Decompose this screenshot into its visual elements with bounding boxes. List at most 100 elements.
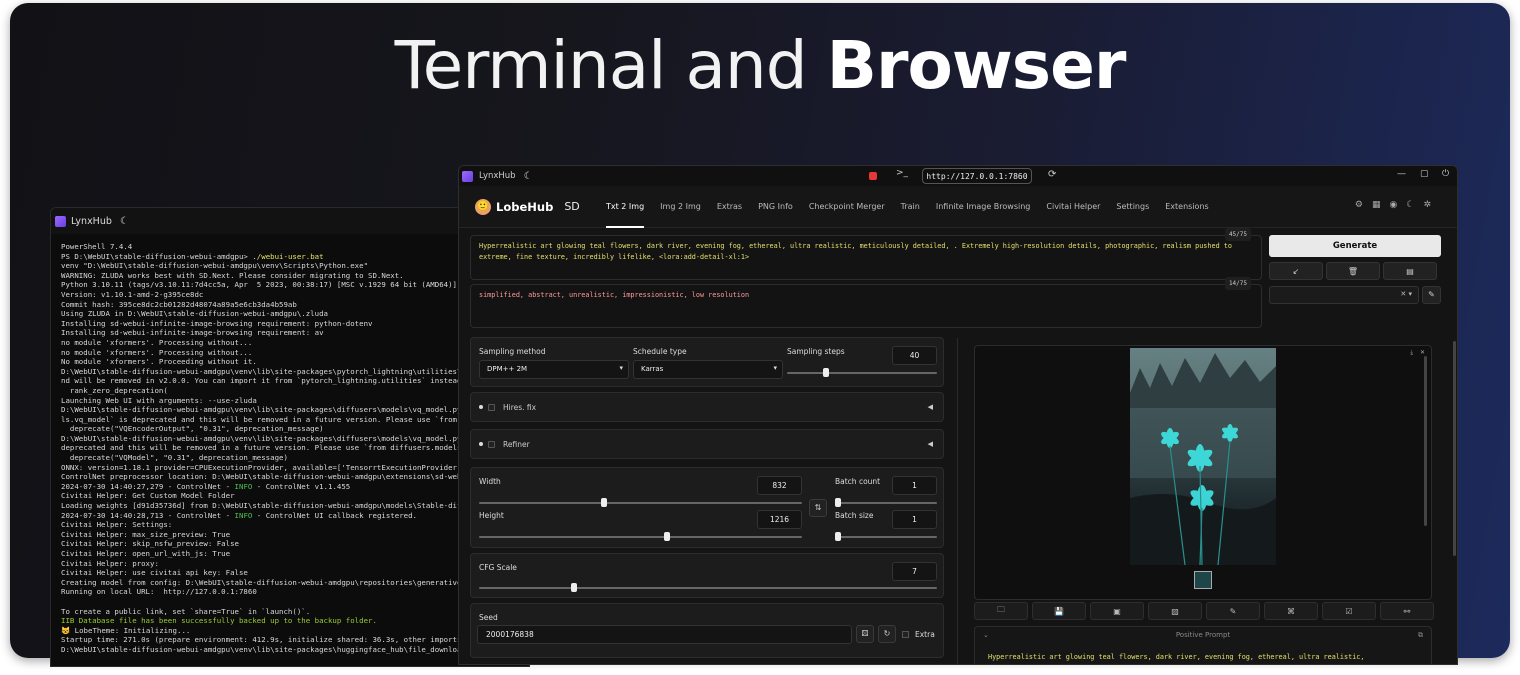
- positive-prompt-input[interactable]: 45/75 Hyperrealistic art glowing teal fl…: [470, 228, 1262, 280]
- sampling-method-select[interactable]: DPM++ 2M: [479, 360, 629, 379]
- terminal-app-name: LynxHub: [71, 215, 112, 227]
- headline-browser: Browser: [826, 27, 1127, 104]
- tab-infinite-image-browsing[interactable]: Infinite Image Browsing: [928, 186, 1039, 228]
- negative-prompt-input[interactable]: 14/75 simplified, abstract, unrealistic,…: [470, 277, 1262, 328]
- slider-knob[interactable]: [835, 532, 841, 541]
- theme-moon-icon[interactable]: ☾: [120, 216, 129, 227]
- slider-knob[interactable]: [663, 532, 670, 541]
- slider-knob[interactable]: [823, 368, 830, 377]
- batch-count-slider[interactable]: [835, 498, 937, 507]
- page-scrollbar[interactable]: [1453, 341, 1456, 556]
- styles-select[interactable]: ✕ ▾: [1269, 286, 1419, 304]
- generated-image[interactable]: [1130, 348, 1276, 565]
- maximize-icon[interactable]: ▢: [1420, 169, 1429, 179]
- schedule-type-label: Schedule type: [633, 347, 687, 356]
- schedule-type-select[interactable]: Karras: [633, 360, 783, 379]
- collapse-arrow-icon[interactable]: ◀: [928, 440, 933, 448]
- reload-icon[interactable]: ⟳: [1048, 169, 1056, 180]
- read-params-button[interactable]: ↙: [1269, 262, 1323, 280]
- extra-checkbox[interactable]: [902, 631, 909, 638]
- scrollbar[interactable]: [1424, 356, 1427, 526]
- save-icon[interactable]: 💾: [1032, 602, 1086, 620]
- generate-button[interactable]: Generate: [1269, 235, 1441, 257]
- cfg-scale-label: CFG Scale: [479, 563, 517, 572]
- lobehub-logo-icon: 🙂: [475, 198, 491, 215]
- brand-suffix: SD: [564, 200, 580, 213]
- sampling-steps-input[interactable]: 40: [892, 346, 937, 365]
- theme-moon-icon[interactable]: ☾: [524, 171, 533, 182]
- image-thumbnail[interactable]: [1194, 571, 1212, 589]
- tab-bar: Txt 2 Img Img 2 Img Extras PNG Info Checkpoi…: [598, 186, 1217, 228]
- tab-txt-2-img[interactable]: Txt 2 Img: [598, 186, 652, 228]
- tab-checkpoint-merger[interactable]: Checkpoint Merger: [801, 186, 893, 228]
- terminal-icon[interactable]: >_: [896, 168, 908, 178]
- height-input[interactable]: 1216: [757, 510, 802, 529]
- open-folder-icon[interactable]: 🗀: [974, 602, 1028, 620]
- brand-name: LobeHub: [496, 199, 554, 214]
- lynxhub-logo-icon: [55, 215, 66, 227]
- batch-count-input[interactable]: 1: [892, 476, 937, 495]
- positive-prompt-preview: Hyperrealistic art glowing teal flowers,…: [988, 653, 1365, 661]
- grid-icon[interactable]: ▦: [1372, 200, 1381, 210]
- minimize-icon[interactable]: —: [1397, 169, 1406, 179]
- tab-civitai-helper[interactable]: Civitai Helper: [1038, 186, 1108, 228]
- tab-extensions[interactable]: Extensions: [1157, 186, 1216, 228]
- sampling-steps-slider[interactable]: [787, 368, 937, 377]
- brand[interactable]: 🙂 LobeHub SD: [475, 198, 598, 215]
- send-to-inpaint-icon[interactable]: ✎: [1206, 602, 1260, 620]
- width-slider[interactable]: [479, 498, 802, 507]
- edit-icon[interactable]: ☑: [1322, 602, 1376, 620]
- clipboard-button[interactable]: ▤: [1383, 262, 1437, 280]
- trash-button[interactable]: 🗑: [1326, 262, 1380, 280]
- url-field[interactable]: http://127.0.0.1:7860: [922, 168, 1032, 184]
- github-icon[interactable]: ◉: [1390, 200, 1398, 210]
- width-input[interactable]: 832: [757, 476, 802, 495]
- slider-knob[interactable]: [835, 498, 841, 507]
- slider-knob[interactable]: [570, 583, 577, 592]
- tab-extras[interactable]: Extras: [709, 186, 750, 228]
- top-nav: 🙂 LobeHub SD Txt 2 Img Img 2 Img Extras PNG…: [459, 186, 1457, 228]
- tab-train[interactable]: Train: [893, 186, 928, 228]
- tab-png-info[interactable]: PNG Info: [750, 186, 801, 228]
- image-output-panel: ⤓ ✕: [974, 345, 1432, 600]
- cfg-scale-input[interactable]: 7: [892, 562, 937, 581]
- copy-icon[interactable]: ⧉: [1418, 631, 1423, 640]
- swap-dimensions-button[interactable]: ⇅: [809, 499, 827, 517]
- extra-label: Extra: [915, 630, 935, 639]
- batch-size-slider[interactable]: [835, 532, 937, 541]
- slider-knob[interactable]: [601, 498, 608, 507]
- send-to-img2img-icon[interactable]: ▨: [1148, 602, 1202, 620]
- batch-size-input[interactable]: 1: [892, 510, 937, 529]
- random-seed-icon[interactable]: ⚄: [856, 625, 874, 643]
- stop-icon[interactable]: [869, 172, 877, 180]
- settings-icon[interactable]: ⚙: [1355, 200, 1363, 210]
- gear-icon[interactable]: ✲: [1423, 200, 1431, 210]
- negative-token-count: 14/75: [1224, 277, 1251, 290]
- share-icon[interactable]: ⚯: [1380, 602, 1434, 620]
- refiner-checkbox[interactable]: [488, 440, 495, 448]
- tab-img-2-img[interactable]: Img 2 Img: [652, 186, 709, 228]
- close-preview-icon[interactable]: ✕: [1420, 349, 1425, 356]
- refiner-accordion[interactable]: Refiner ◀: [470, 429, 944, 459]
- browser-app-name: LynxHub: [479, 171, 516, 181]
- sampling-method-label: Sampling method: [479, 347, 546, 356]
- column-divider: [957, 338, 958, 664]
- collapse-arrow-icon[interactable]: ◀: [928, 403, 933, 411]
- moon-icon[interactable]: ☾: [1406, 200, 1414, 210]
- edit-styles-button[interactable]: ✎: [1422, 286, 1441, 304]
- reuse-seed-icon[interactable]: ↻: [878, 625, 896, 643]
- positive-prompt-text: Hyperrealistic art glowing teal flowers,…: [479, 242, 1232, 261]
- seed-input[interactable]: 2000176838: [477, 625, 852, 644]
- tab-settings[interactable]: Settings: [1108, 186, 1157, 228]
- download-icon[interactable]: ⤓: [1410, 349, 1413, 357]
- hires-fix-accordion[interactable]: Hires. fix ◀: [470, 392, 944, 422]
- height-slider[interactable]: [479, 532, 802, 541]
- close-icon[interactable]: ⏻: [1442, 169, 1449, 179]
- send-to-extras-icon[interactable]: ⌘: [1264, 602, 1318, 620]
- zip-icon[interactable]: ▣: [1090, 602, 1144, 620]
- lynxhub-logo-icon: [462, 170, 473, 182]
- headline-and: and: [685, 27, 807, 104]
- hires-fix-checkbox[interactable]: [488, 403, 495, 411]
- refiner-label: Refiner: [503, 439, 530, 449]
- cfg-scale-slider[interactable]: [479, 583, 937, 592]
